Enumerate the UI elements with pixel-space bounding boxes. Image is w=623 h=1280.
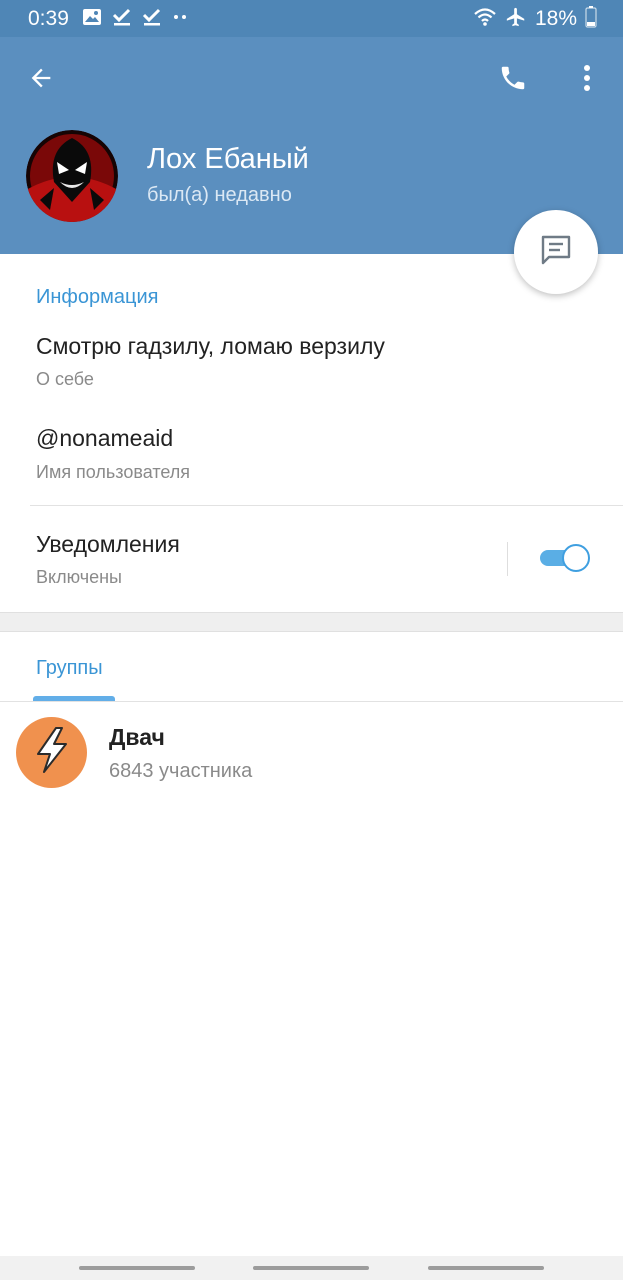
back-button[interactable] xyxy=(18,57,64,103)
navigation-bar xyxy=(0,1256,623,1280)
check-icon xyxy=(112,8,132,31)
username-label: Имя пользователя xyxy=(36,462,191,482)
battery-icon xyxy=(585,5,597,33)
bio-label: О себе xyxy=(36,369,94,389)
call-button[interactable] xyxy=(490,57,536,103)
profile-last-seen: был(а) недавно xyxy=(147,184,292,206)
phone-icon xyxy=(498,63,528,98)
back-arrow-icon xyxy=(27,64,55,97)
system-icons: 18% xyxy=(473,5,597,33)
battery-percent: 18% xyxy=(534,7,577,30)
group-name: Двач xyxy=(109,724,165,750)
tab-divider xyxy=(0,701,623,702)
notification-icons xyxy=(82,8,188,30)
wifi-icon xyxy=(473,7,497,32)
bio-value: Смотрю гадзилу, ломаю верзилу xyxy=(36,333,385,359)
profile-name: Лох Ебаный xyxy=(147,143,309,175)
nav-home-handle[interactable] xyxy=(253,1266,369,1270)
divider xyxy=(30,505,623,506)
tab-groups[interactable]: Группы xyxy=(36,657,103,680)
group-list-item[interactable]: Двач 6843 участника xyxy=(0,704,623,800)
section-gap xyxy=(0,612,623,632)
nav-recents-handle[interactable] xyxy=(79,1266,195,1270)
toggle-knob xyxy=(562,544,590,572)
group-member-count: 6843 участника xyxy=(109,760,253,782)
username-value: @nonameaid xyxy=(36,425,174,451)
send-message-button[interactable] xyxy=(514,210,598,294)
notifications-state: Включены xyxy=(36,567,122,587)
image-icon xyxy=(82,8,102,31)
group-avatar xyxy=(16,717,87,788)
status-bar: 0:39 18% xyxy=(0,0,623,37)
vertical-separator xyxy=(507,542,508,576)
notifications-title: Уведомления xyxy=(36,531,180,557)
message-icon xyxy=(538,232,574,273)
check-icon xyxy=(142,8,162,31)
more-dots-icon xyxy=(172,8,188,31)
airplane-icon xyxy=(505,6,527,33)
nav-back-handle[interactable] xyxy=(428,1266,544,1270)
more-vert-icon xyxy=(583,64,591,97)
notifications-toggle[interactable] xyxy=(538,544,590,572)
info-section-title: Информация xyxy=(36,286,159,308)
status-time: 0:39 xyxy=(28,7,69,30)
profile-avatar[interactable] xyxy=(26,130,118,222)
more-menu-button[interactable] xyxy=(564,57,610,103)
lightning-icon xyxy=(32,726,72,779)
